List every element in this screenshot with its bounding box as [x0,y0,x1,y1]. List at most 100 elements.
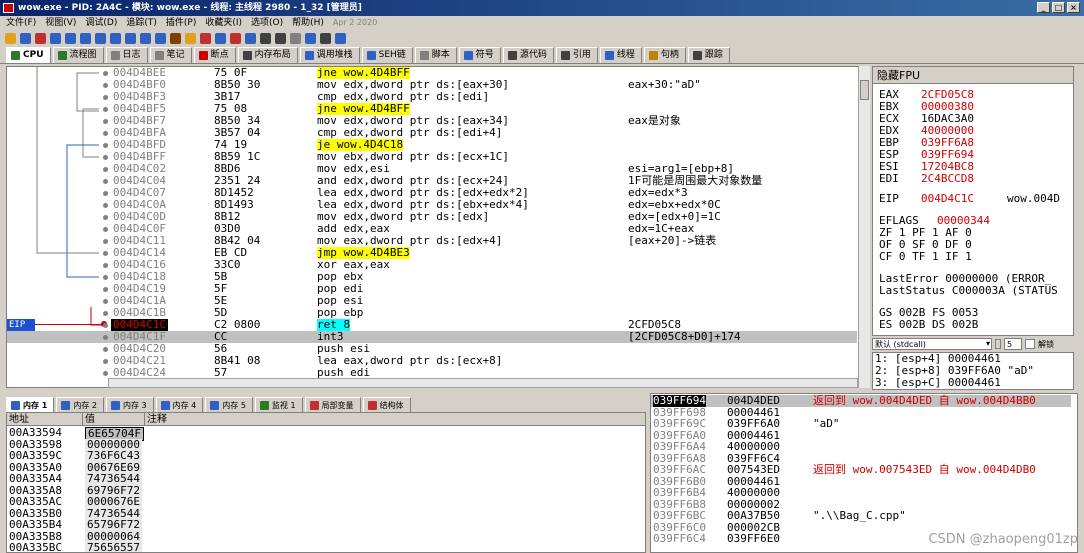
breakpoint-dot[interactable] [103,83,108,88]
step-over-icon[interactable] [95,32,106,44]
breakpoint-dot[interactable] [103,323,108,328]
arg-count-input[interactable]: 5 [1004,338,1022,350]
label-icon[interactable] [230,32,241,44]
breakpoint-dot[interactable] [103,251,108,256]
step-into-icon[interactable] [80,32,91,44]
menu-help[interactable]: 帮助(H) [292,16,324,30]
highlight-icon[interactable] [200,32,211,44]
menu-view[interactable]: 视图(V) [45,16,76,30]
breakpoint-dot[interactable] [103,71,108,76]
col-address[interactable]: 地址 [7,413,83,425]
stack-row[interactable]: 039FF6B4 40000000 [651,487,1071,499]
tab-10[interactable]: 源代码 [502,47,554,63]
close-debuggee-icon[interactable] [35,32,46,44]
breakpoint-dot[interactable] [103,167,108,172]
dump-tab-0[interactable]: 内存 1 [6,397,55,412]
minimize-button[interactable]: _ [1037,2,1050,13]
dump-tab-1[interactable]: 内存 2 [56,397,104,412]
unlock-checkbox[interactable] [1025,339,1035,349]
calculator-icon[interactable] [305,32,316,44]
stack-row[interactable]: 039FF6BC 00A37B50 ".\\Bag_C.cpp" [651,510,1071,522]
dump-tab-2[interactable]: 内存 3 [106,397,154,412]
memory-dump[interactable]: 地址 值 注释 00A33594 6E65704F 00A33598 00000000… [6,412,646,553]
open-icon[interactable] [5,32,16,44]
hash-icon[interactable] [275,32,286,44]
patch-icon[interactable] [185,32,196,44]
register-row[interactable]: EDI 2C4BCCD8 [879,173,974,185]
menu-favourites[interactable]: 收藏夹(I) [205,16,242,30]
tab-4[interactable]: 断点 [193,47,236,63]
dump-tab-5[interactable]: 监视 1 [254,397,303,412]
disassembly-view[interactable]: EIP 004D4BEE 75 0F jne wow.4D4BFF 004D4BF0 8… [6,66,870,388]
tab-0[interactable]: CPU [6,47,51,63]
bookmark-icon[interactable] [245,32,256,44]
window-title-bar[interactable]: wow.exe - PID: 2A4C - 模块: wow.exe - 线程: … [0,0,1084,16]
tab-1[interactable]: 流程图 [52,47,104,63]
flags-row[interactable]: CF 0 TF 1 IF 1 [879,251,972,263]
dump-tab-3[interactable]: 内存 4 [155,397,204,412]
run-to-user-code-icon[interactable] [125,32,136,44]
dump-tab-7[interactable]: 结构体 [362,397,411,412]
breakpoint-dot[interactable] [103,299,108,304]
font-icon[interactable] [290,32,301,44]
disassembly-vscroll[interactable] [858,66,870,388]
stack-row[interactable]: 039FF69C 039FF6A0 "aD" [651,418,1071,430]
run-icon[interactable] [50,32,61,44]
stack-row[interactable]: 039FF698 00004461 [651,406,1071,419]
menu-trace[interactable]: 追踪(T) [126,16,157,30]
menu-options[interactable]: 选项(O) [251,16,283,30]
breakpoint-dot[interactable] [103,179,108,184]
tab-6[interactable]: 调用堆栈 [299,47,360,63]
breakpoint-dot[interactable] [103,143,108,148]
menu-plugins[interactable]: 插件(P) [166,16,196,30]
tab-8[interactable]: 脚本 [414,47,457,63]
calling-convention-select[interactable]: 默认 (stdcall) [872,338,992,350]
breakpoint-dot[interactable] [103,311,108,316]
convention-dropdown-arrow-icon[interactable] [995,339,1001,349]
restart-icon[interactable] [20,32,31,44]
stack-args-view[interactable]: 1: [esp+4] 00004461 2: [esp+8] 039FF6A0 … [872,352,1074,390]
segment-row[interactable]: ES 002B DS 002B [879,319,978,331]
tab-14[interactable]: 跟踪 [687,47,730,63]
settings-icon[interactable] [320,32,331,44]
comment-icon[interactable] [215,32,226,44]
tab-13[interactable]: 句柄 [643,47,686,63]
pause-icon[interactable] [65,32,76,44]
breakpoint-dot[interactable] [103,119,108,124]
stack-row[interactable]: 039FF694 004D4DED 返回到 wow.004D4DED 自 wow.0… [651,395,1071,407]
disassembly-hscroll[interactable] [108,378,858,388]
tab-3[interactable]: 笔记 [149,47,192,63]
breakpoint-dot[interactable] [103,95,108,100]
breakpoint-dot[interactable] [103,155,108,160]
breakpoint-dot[interactable] [103,203,108,208]
laststatus-row[interactable]: LastStatus C000003A (STATUS [879,285,1058,297]
col-comment[interactable]: 注释 [145,413,635,425]
breakpoint-dot[interactable] [103,347,108,352]
stack-row[interactable]: 039FF6A0 00004461 [651,429,1071,442]
breakpoint-dot[interactable] [103,263,108,268]
trace-into-icon[interactable] [140,32,151,44]
breakpoint-dot[interactable] [103,287,108,292]
breakpoint-dot[interactable] [103,371,108,376]
breakpoint-dot[interactable] [103,191,108,196]
breakpoint-dot[interactable] [103,215,108,220]
breakpoint-dot[interactable] [103,239,108,244]
dump-tab-4[interactable]: 内存 5 [205,397,253,412]
breakpoint-dot[interactable] [103,359,108,364]
tab-9[interactable]: 符号 [458,47,501,63]
tab-11[interactable]: 引用 [555,47,598,63]
breakpoint-dot[interactable] [103,227,108,232]
col-value[interactable]: 值 [83,413,145,425]
tab-5[interactable]: 内存布局 [237,47,298,63]
breakpoint-dot[interactable] [103,335,108,340]
trace-over-icon[interactable] [155,32,166,44]
breakpoint-dot[interactable] [103,131,108,136]
tab-7[interactable]: SEH链 [361,47,413,63]
stack-row[interactable]: 039FF6A4 40000000 [651,441,1071,453]
register-pane[interactable]: 隐藏FPU EAX 2CFD05C8 EBX 00000380 ECX 16DAC3A0 E… [872,66,1074,336]
stack-row[interactable]: 039FF6AC 007543ED 返回到 wow.007543ED 自 wow.0… [651,464,1071,476]
close-button[interactable]: × [1067,2,1080,13]
hide-fpu-button[interactable]: 隐藏FPU [873,67,1073,84]
dump-tab-6[interactable]: 局部变量 [304,397,361,412]
maximize-button[interactable]: □ [1052,2,1065,13]
